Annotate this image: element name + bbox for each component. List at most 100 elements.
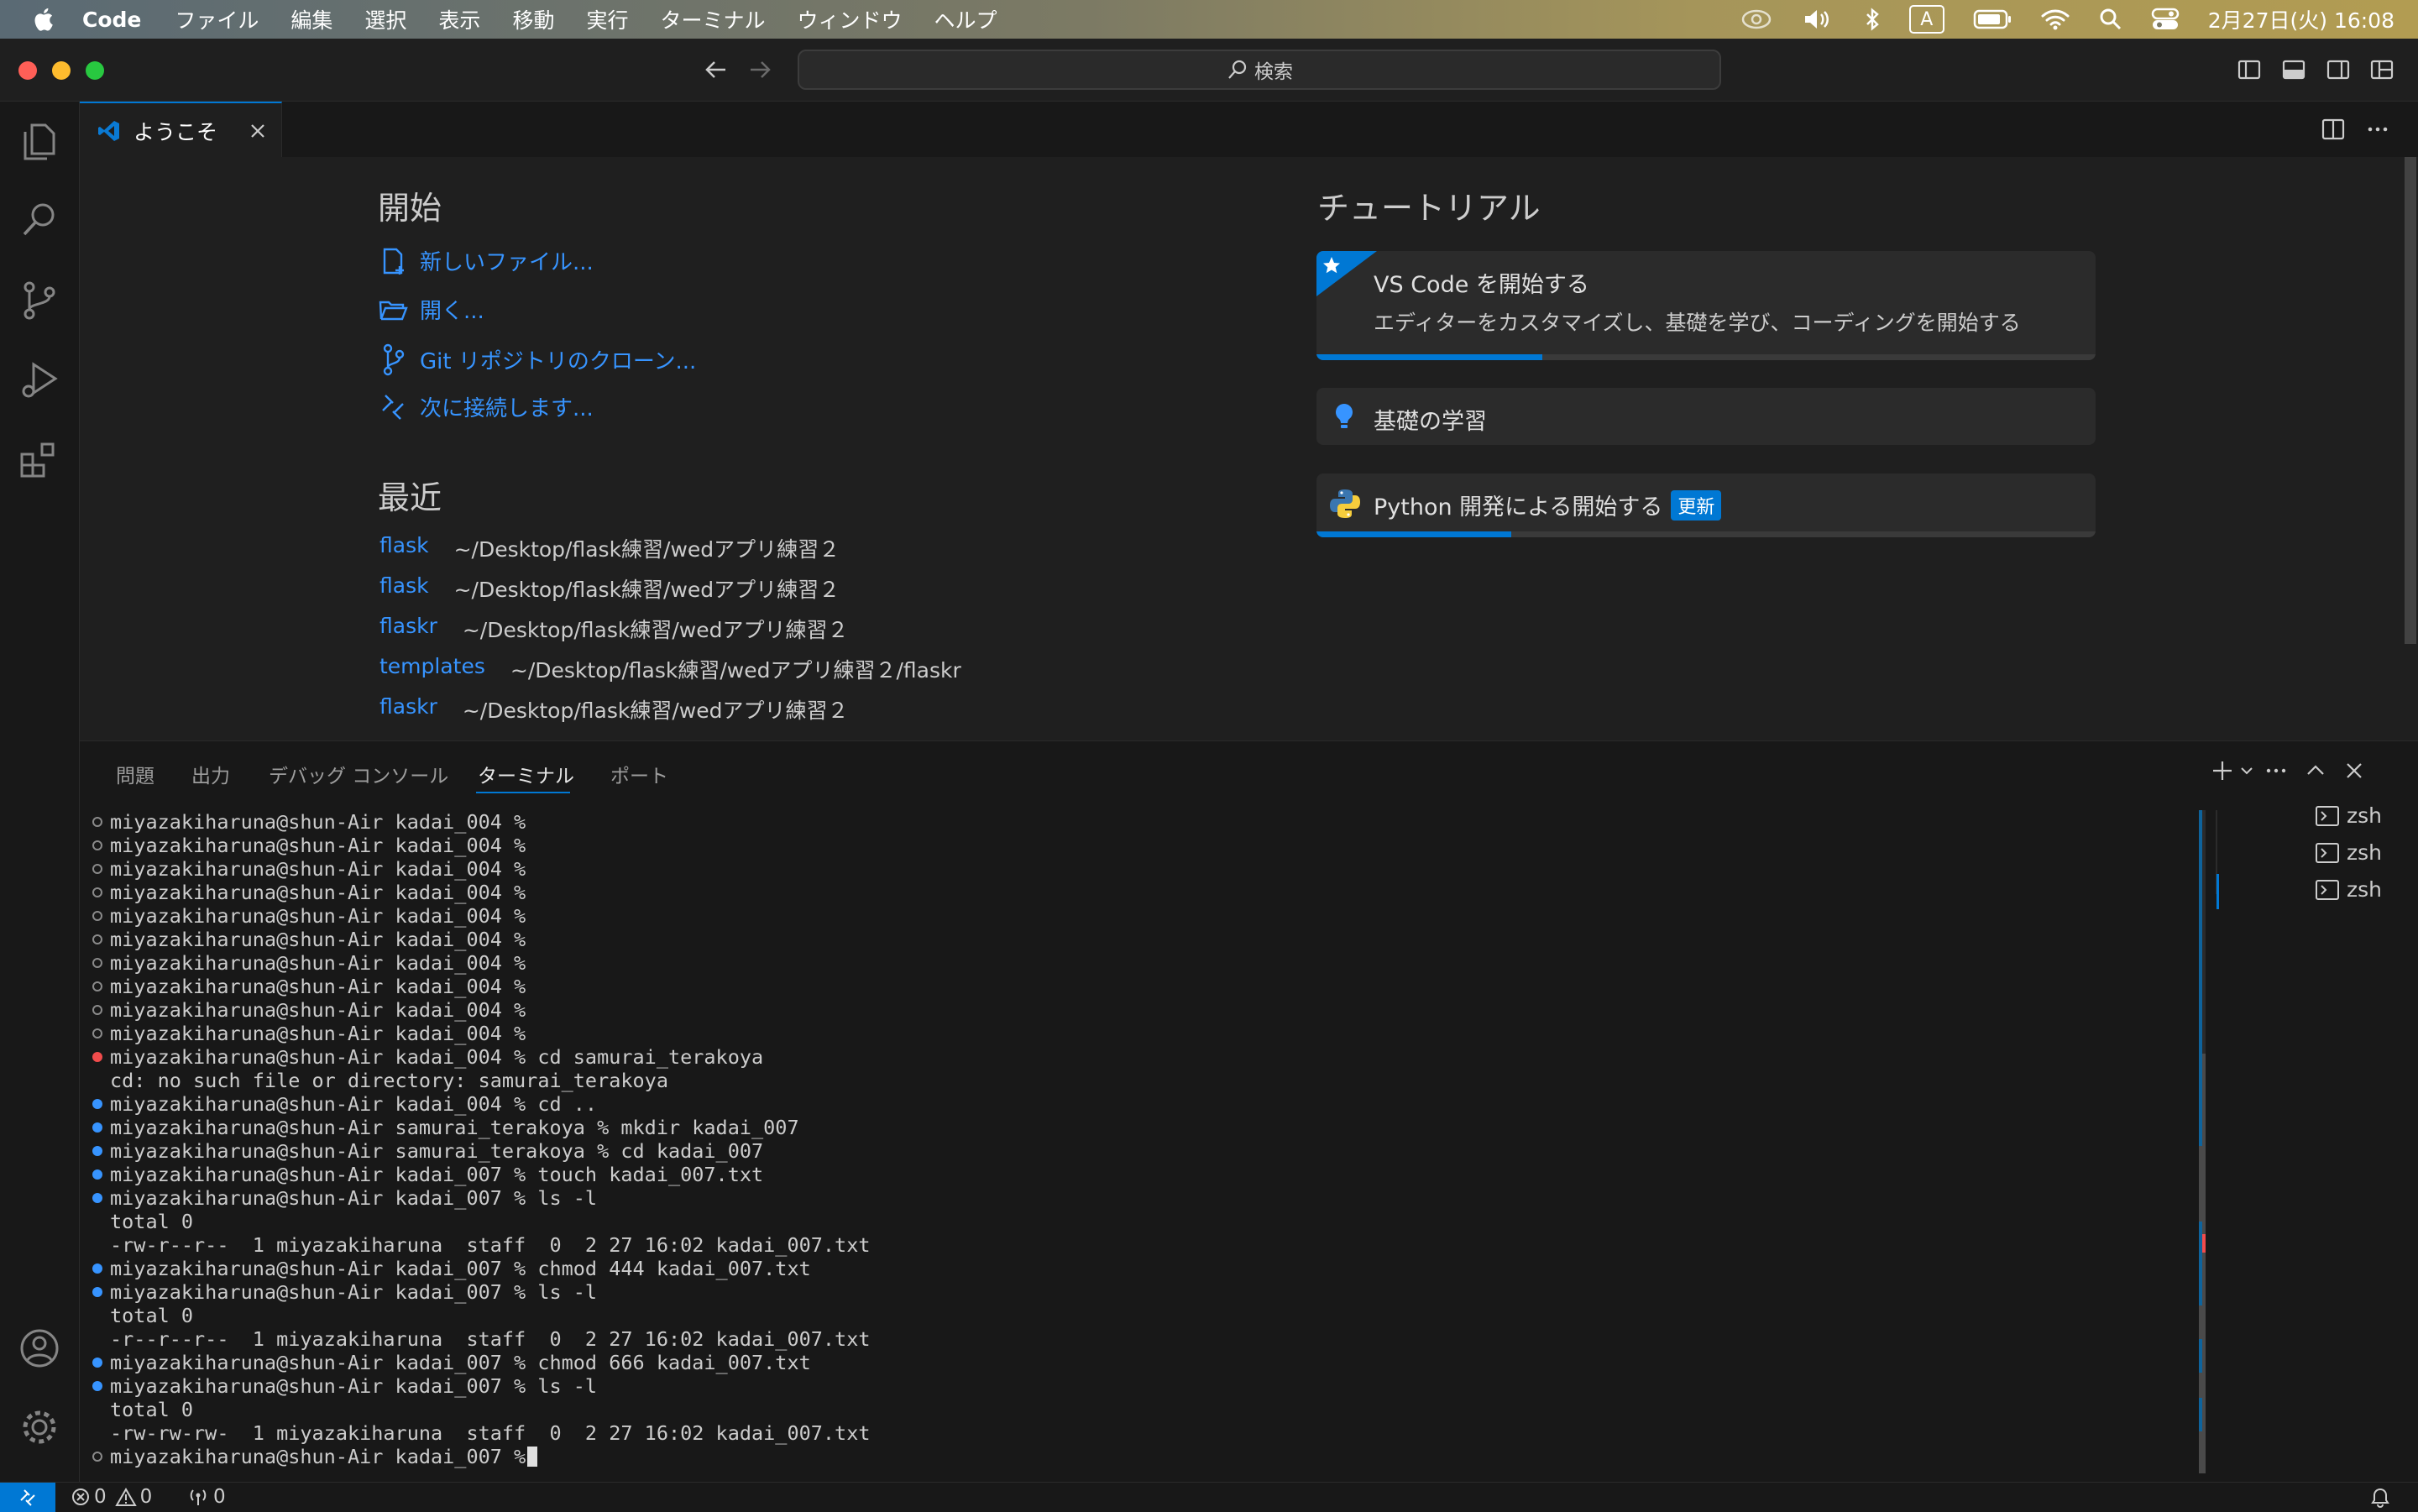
remote-indicator[interactable] (0, 1483, 55, 1512)
split-editor-icon[interactable] (2321, 117, 2346, 142)
app-menu-code[interactable]: Code (82, 8, 141, 32)
command-success-decoration[interactable] (92, 1169, 102, 1180)
tab-problems[interactable]: 問題 (116, 760, 154, 788)
input-source-indicator[interactable]: A (1908, 5, 1944, 34)
terminal-scrollbar[interactable] (2199, 810, 2206, 1473)
recent-item[interactable]: flaskr ~/Desktop/flask練習/wedアプリ練習２ (379, 614, 848, 644)
notifications-bell-icon[interactable] (2369, 1487, 2391, 1509)
command-decoration[interactable] (92, 958, 102, 968)
open-link[interactable]: 開く... (378, 294, 484, 325)
forwarded-ports-status[interactable]: 0 (186, 1486, 226, 1508)
command-error-decoration[interactable] (92, 1052, 102, 1062)
volume-icon[interactable] (1802, 7, 1835, 32)
menu-view[interactable]: 表示 (438, 4, 480, 34)
apple-logo-icon[interactable] (30, 5, 59, 34)
toggle-secondary-sidebar-icon[interactable] (2326, 57, 2351, 82)
bluetooth-icon[interactable] (1864, 7, 1881, 32)
close-icon[interactable] (249, 123, 266, 139)
open-label: 開く... (420, 299, 484, 324)
terminal-line: miyazakiharuna@shun-Air kadai_007 % chmo… (90, 1257, 2189, 1280)
menu-window[interactable]: ウィンドウ (797, 4, 902, 34)
explorer-icon[interactable] (17, 118, 62, 164)
toggle-primary-sidebar-icon[interactable] (2237, 57, 2262, 82)
command-success-decoration[interactable] (92, 1193, 102, 1203)
tab-ports[interactable]: ポート (610, 760, 668, 788)
recent-item[interactable]: flask ~/Desktop/flask練習/wedアプリ練習２ (379, 573, 840, 604)
menubar-clock[interactable]: 2月27日(火) 16:08 (2208, 4, 2394, 34)
welcome-scrollbar[interactable] (2405, 157, 2416, 644)
menu-terminal[interactable]: ターミナル (660, 4, 765, 34)
git-clone-link[interactable]: Git リポジトリのクローン... (378, 343, 696, 376)
manage-gear-icon[interactable] (17, 1405, 62, 1450)
connect-to-link[interactable]: 次に接続します... (378, 391, 594, 422)
menu-run[interactable]: 実行 (586, 4, 628, 34)
tab-welcome[interactable]: ようこそ (80, 102, 282, 159)
spotlight-search-icon[interactable] (2099, 7, 2122, 32)
wifi-icon[interactable] (2040, 7, 2070, 32)
battery-icon[interactable] (1973, 8, 2012, 30)
maximize-panel-icon[interactable] (2303, 758, 2328, 783)
command-decoration[interactable] (92, 981, 102, 991)
command-decoration[interactable] (92, 864, 102, 874)
menu-go[interactable]: 移動 (512, 4, 554, 34)
command-success-decoration[interactable] (92, 1263, 102, 1274)
tutorial-card-fundamentals[interactable]: 基礎の学習 (1316, 388, 2096, 445)
more-actions-icon[interactable] (2263, 758, 2290, 783)
warning-icon (114, 1488, 137, 1506)
recent-item[interactable]: templates ~/Desktop/flask練習/wedアプリ練習２/fla… (379, 654, 961, 684)
recent-item[interactable]: flaskr ~/Desktop/flask練習/wedアプリ練習２ (379, 694, 848, 725)
command-decoration[interactable] (92, 1005, 102, 1015)
menu-selection[interactable]: 選択 (364, 4, 406, 34)
command-decoration[interactable] (92, 1028, 102, 1039)
menu-edit[interactable]: 編集 (290, 4, 332, 34)
problems-status[interactable]: 0 0 (71, 1486, 152, 1508)
command-decoration[interactable] (92, 911, 102, 921)
more-actions-icon[interactable] (2365, 117, 2390, 142)
chevron-down-icon[interactable] (2239, 761, 2254, 780)
customize-layout-icon[interactable] (2369, 57, 2394, 82)
tab-output[interactable]: 出力 (191, 760, 230, 788)
close-panel-icon[interactable] (2342, 758, 2367, 783)
command-success-decoration[interactable] (92, 1122, 102, 1133)
command-success-decoration[interactable] (92, 1381, 102, 1391)
command-success-decoration[interactable] (92, 1099, 102, 1109)
command-center-search[interactable]: 検索 (798, 50, 1721, 90)
zoom-window-button[interactable] (86, 61, 104, 80)
command-success-decoration[interactable] (92, 1146, 102, 1156)
terminal-instance[interactable]: zsh (2315, 840, 2382, 865)
terminal-instance[interactable]: zsh (2315, 803, 2382, 828)
tutorial-card-python[interactable]: Python 開発による開始する 更新 (1316, 473, 2096, 537)
recent-path: ~/Desktop/flask練習/wedアプリ練習２ (453, 537, 840, 562)
source-control-icon[interactable] (17, 278, 62, 323)
menu-help[interactable]: ヘルプ (934, 4, 997, 34)
run-and-debug-icon[interactable] (17, 358, 62, 403)
terminal-instance-active[interactable]: zsh (2315, 877, 2382, 902)
tab-terminal[interactable]: ターミナル (478, 760, 574, 788)
command-decoration[interactable] (92, 840, 102, 850)
command-decoration[interactable] (92, 887, 102, 897)
overview-ruler-marks (2199, 1398, 2202, 1431)
search-view-icon[interactable] (17, 197, 62, 243)
creative-cloud-icon[interactable] (1740, 7, 1773, 32)
accounts-icon[interactable] (17, 1326, 62, 1371)
back-arrow-icon[interactable] (704, 59, 729, 81)
tutorial-card-vscode[interactable]: VS Code を開始する エディターをカスタマイズし、基礎を学び、コーディング… (1316, 251, 2096, 360)
command-decoration[interactable] (92, 1452, 102, 1462)
tab-debug-console[interactable]: デバッグ コンソール (269, 760, 448, 788)
close-window-button[interactable] (18, 61, 37, 80)
forward-arrow-icon[interactable] (747, 59, 772, 81)
terminal-line: miyazakiharuna@shun-Air kadai_004 % (90, 975, 2189, 998)
command-success-decoration[interactable] (92, 1358, 102, 1368)
new-file-link[interactable]: 新しいファイル... (378, 245, 594, 276)
extensions-icon[interactable] (17, 439, 62, 484)
command-decoration[interactable] (92, 934, 102, 944)
control-center-icon[interactable] (2151, 7, 2180, 32)
recent-item[interactable]: flask ~/Desktop/flask練習/wedアプリ練習２ (379, 533, 840, 563)
terminal-output[interactable]: miyazakiharuna@shun-Air kadai_004 % miyaz… (90, 810, 2189, 1468)
command-decoration[interactable] (92, 817, 102, 827)
new-terminal-icon[interactable] (2211, 758, 2237, 783)
minimize-window-button[interactable] (52, 61, 71, 80)
toggle-panel-icon[interactable] (2281, 57, 2306, 82)
command-success-decoration[interactable] (92, 1287, 102, 1297)
menu-file[interactable]: ファイル (175, 4, 259, 34)
